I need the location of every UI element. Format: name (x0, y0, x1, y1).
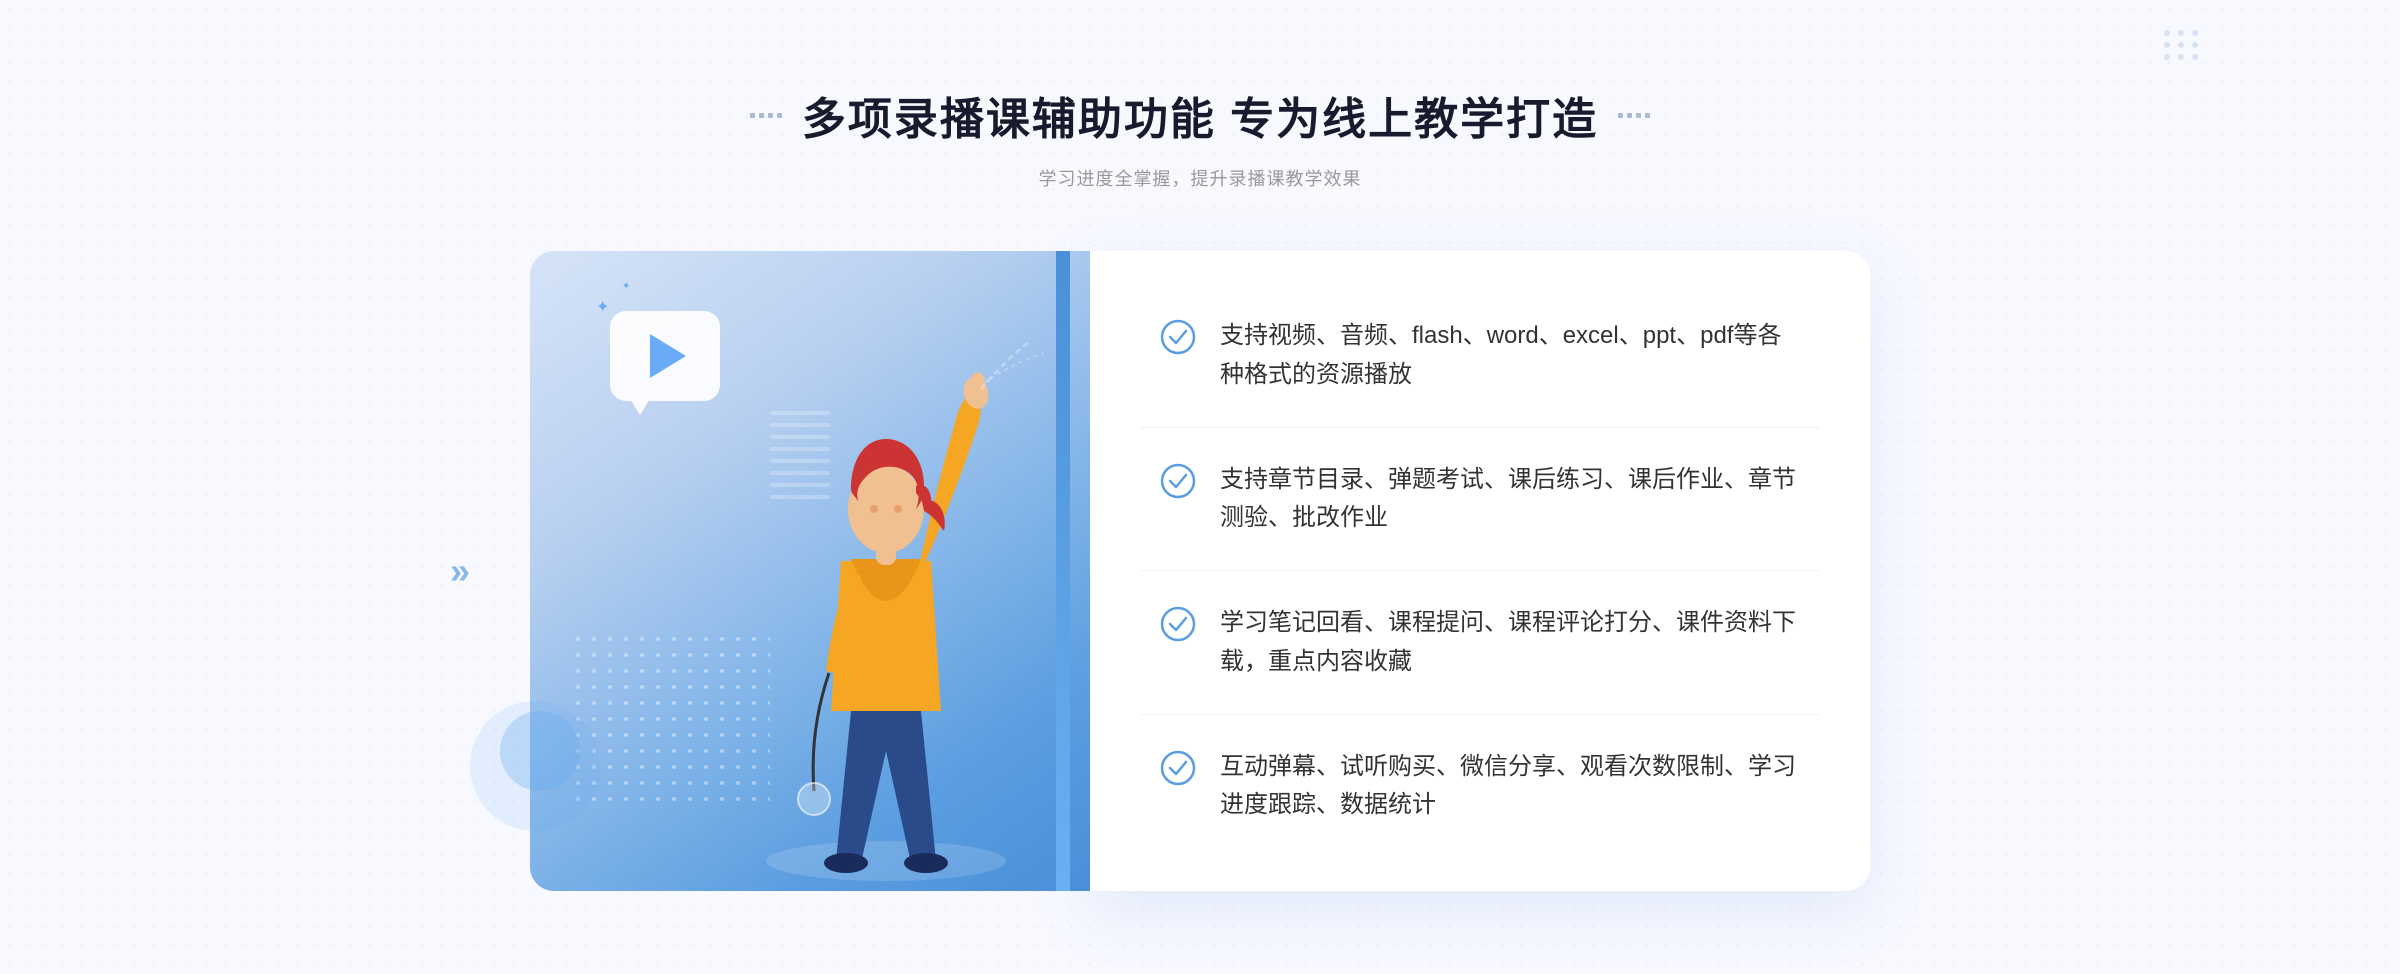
play-icon (650, 334, 686, 378)
top-right-decoration (2164, 30, 2200, 60)
divider-2 (1140, 570, 1820, 571)
circle-decoration-inner (500, 711, 580, 791)
header-dots-left (750, 113, 782, 118)
header-title-row: 多项录播课辅助功能 专为线上教学打造 (750, 83, 1650, 147)
feature-item-3: 学习笔记回看、课程提问、课程评论打分、课件资料下载，重点内容收藏 (1160, 604, 1800, 681)
illustration-figure (696, 331, 1076, 891)
header-dots-right (1618, 113, 1650, 118)
feature-text-2: 支持章节目录、弹题考试、课后练习、课后作业、章节测验、批改作业 (1220, 461, 1800, 538)
check-icon-2 (1160, 463, 1196, 499)
star-icon: ✦ (596, 297, 609, 317)
page-container: 多项录播课辅助功能 专为线上教学打造 学习进度全掌握，提升录播课教学效果 (0, 0, 2400, 974)
feature-item-1: 支持视频、音频、flash、word、excel、ppt、pdf等各种格式的资源… (1160, 317, 1800, 394)
chevron-left-icon: » (450, 550, 470, 592)
feature-text-4: 互动弹幕、试听购买、微信分享、观看次数限制、学习进度跟踪、数据统计 (1220, 748, 1800, 825)
check-icon-4 (1160, 750, 1196, 786)
header-section: 多项录播课辅助功能 专为线上教学打造 学习进度全掌握，提升录播课教学效果 (750, 83, 1650, 191)
page-title: 多项录播课辅助功能 专为线上教学打造 (802, 83, 1598, 147)
feature-item-2: 支持章节目录、弹题考试、课后练习、课后作业、章节测验、批改作业 (1160, 461, 1800, 538)
divider-3 (1140, 714, 1820, 715)
check-icon-1 (1160, 319, 1196, 355)
features-card: 支持视频、音频、flash、word、excel、ppt、pdf等各种格式的资源… (1090, 251, 1870, 891)
content-section: ✦ ✦ » (500, 251, 1900, 891)
feature-text-1: 支持视频、音频、flash、word、excel、ppt、pdf等各种格式的资源… (1220, 317, 1800, 394)
divider-1 (1140, 427, 1820, 428)
feature-text-3: 学习笔记回看、课程提问、课程评论打分、课件资料下载，重点内容收藏 (1220, 604, 1800, 681)
feature-item-4: 互动弹幕、试听购买、微信分享、观看次数限制、学习进度跟踪、数据统计 (1160, 748, 1800, 825)
star-small-icon: ✦ (622, 281, 630, 292)
page-subtitle: 学习进度全掌握，提升录播课教学效果 (750, 165, 1650, 191)
illustration-card: ✦ ✦ » (530, 251, 1090, 891)
check-icon-3 (1160, 606, 1196, 642)
